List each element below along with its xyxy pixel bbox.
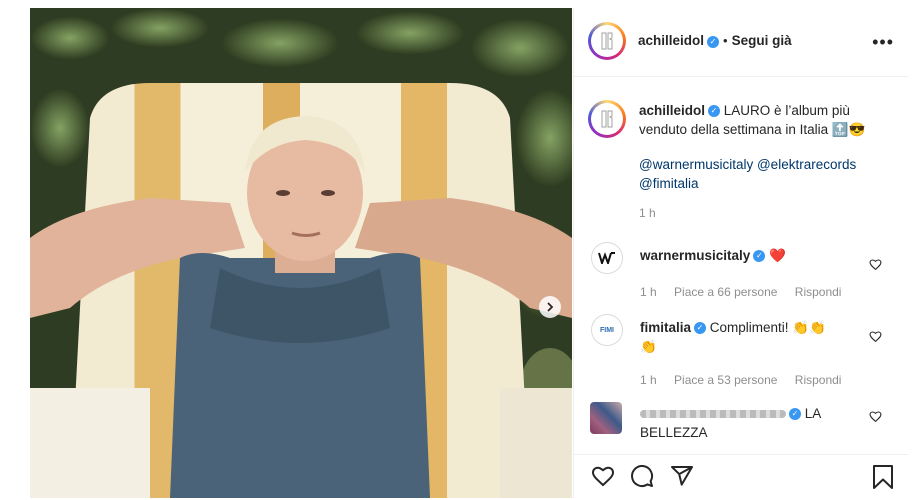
caption-timestamp[interactable]: 1 h xyxy=(639,206,656,220)
post-photo[interactable] xyxy=(30,8,572,498)
comment-text: LA xyxy=(804,406,822,421)
comment-username[interactable]: warnermusicitaly xyxy=(640,248,750,263)
comment-text-line: fimitalia ✓ Complimenti! 👏👏 👏 xyxy=(640,318,870,356)
comment-reply-button[interactable]: Rispondi xyxy=(795,373,842,387)
comment-likes[interactable]: Piace a 66 persone xyxy=(674,285,777,299)
comment-text-line2: 👏 xyxy=(640,339,657,354)
commenter-avatar[interactable] xyxy=(590,402,622,434)
caption-mentions: @warnermusicitaly @elektrarecords @fimit… xyxy=(639,155,899,193)
verified-badge-icon: ✓ xyxy=(753,250,766,263)
post-action-bar xyxy=(574,454,908,499)
verified-badge-icon: ✓ xyxy=(694,322,707,335)
caption-text-block: achilleidol ✓ LAURO è l’album più venduto… xyxy=(639,101,889,139)
mention-links-line1[interactable]: @warnermusicitaly @elektrarecords xyxy=(639,155,899,174)
bookmark-icon[interactable] xyxy=(872,464,894,490)
caption-username[interactable]: achilleidol xyxy=(639,103,705,118)
caption-avatar-image xyxy=(591,103,623,135)
author-avatar[interactable] xyxy=(588,22,626,60)
carousel-next-button[interactable] xyxy=(539,296,561,318)
caption-avatar[interactable] xyxy=(588,100,626,138)
commenter-avatar[interactable]: FIMI xyxy=(591,314,623,346)
chevron-right-icon xyxy=(547,302,554,312)
comment-time[interactable]: 1 h xyxy=(640,373,657,387)
author-username[interactable]: achilleidol xyxy=(638,33,704,48)
verified-badge-icon: ✓ xyxy=(708,105,721,118)
comment-like-heart-icon[interactable] xyxy=(869,410,882,423)
comment-text-line2: BELLEZZA xyxy=(640,425,708,440)
comment-text: ❤️ xyxy=(769,248,786,263)
avatar-image xyxy=(591,25,623,57)
comment-meta: 1 h Piace a 66 persone Rispondi xyxy=(640,285,841,299)
more-options-icon: ••• xyxy=(872,32,894,52)
verified-badge-icon: ✓ xyxy=(707,35,720,48)
comment-likes[interactable]: Piace a 53 persone xyxy=(674,373,777,387)
comment-reply-button[interactable]: Rispondi xyxy=(795,285,842,299)
caption-emojis: 🔝😎 xyxy=(831,122,866,137)
fimi-logo-icon: FIMI xyxy=(600,326,614,334)
comment-like-heart-icon[interactable] xyxy=(869,258,882,271)
post-sidebar: achilleidol ✓ • Segui già ••• achilleidol ✓ … xyxy=(573,8,908,498)
warner-logo-icon xyxy=(598,252,615,264)
separator-dot: • xyxy=(723,33,728,48)
page-margin xyxy=(0,0,30,500)
blurred-username[interactable] xyxy=(640,410,786,419)
profile-glyph-icon xyxy=(601,110,613,128)
heart-icon[interactable] xyxy=(590,464,616,488)
more-options-button[interactable]: ••• xyxy=(872,32,894,53)
comment-icon[interactable] xyxy=(630,464,654,488)
comment-text: Complimenti! 👏👏 xyxy=(709,320,826,335)
comment-username[interactable]: fimitalia xyxy=(640,320,691,335)
comment-meta: 1 h Piace a 53 persone Rispondi xyxy=(640,373,841,387)
follow-status-button[interactable]: Segui già xyxy=(732,33,792,48)
verified-badge-icon: ✓ xyxy=(789,408,801,421)
profile-glyph-icon xyxy=(601,32,613,50)
comment-time[interactable]: 1 h xyxy=(640,285,657,299)
header-user-line: achilleidol ✓ • Segui già xyxy=(638,33,792,48)
mention-links-line2[interactable]: @fimitalia xyxy=(639,174,899,193)
comment-like-heart-icon[interactable] xyxy=(869,330,882,343)
comment-text-line: ✓ LA BELLEZZA xyxy=(640,404,870,442)
post-header: achilleidol ✓ • Segui già ••• xyxy=(574,8,908,77)
comment-text-line: warnermusicitaly ✓ ❤️ xyxy=(640,246,786,265)
photo-illustration xyxy=(30,8,572,498)
commenter-avatar[interactable] xyxy=(591,242,623,274)
share-icon[interactable] xyxy=(670,464,694,488)
